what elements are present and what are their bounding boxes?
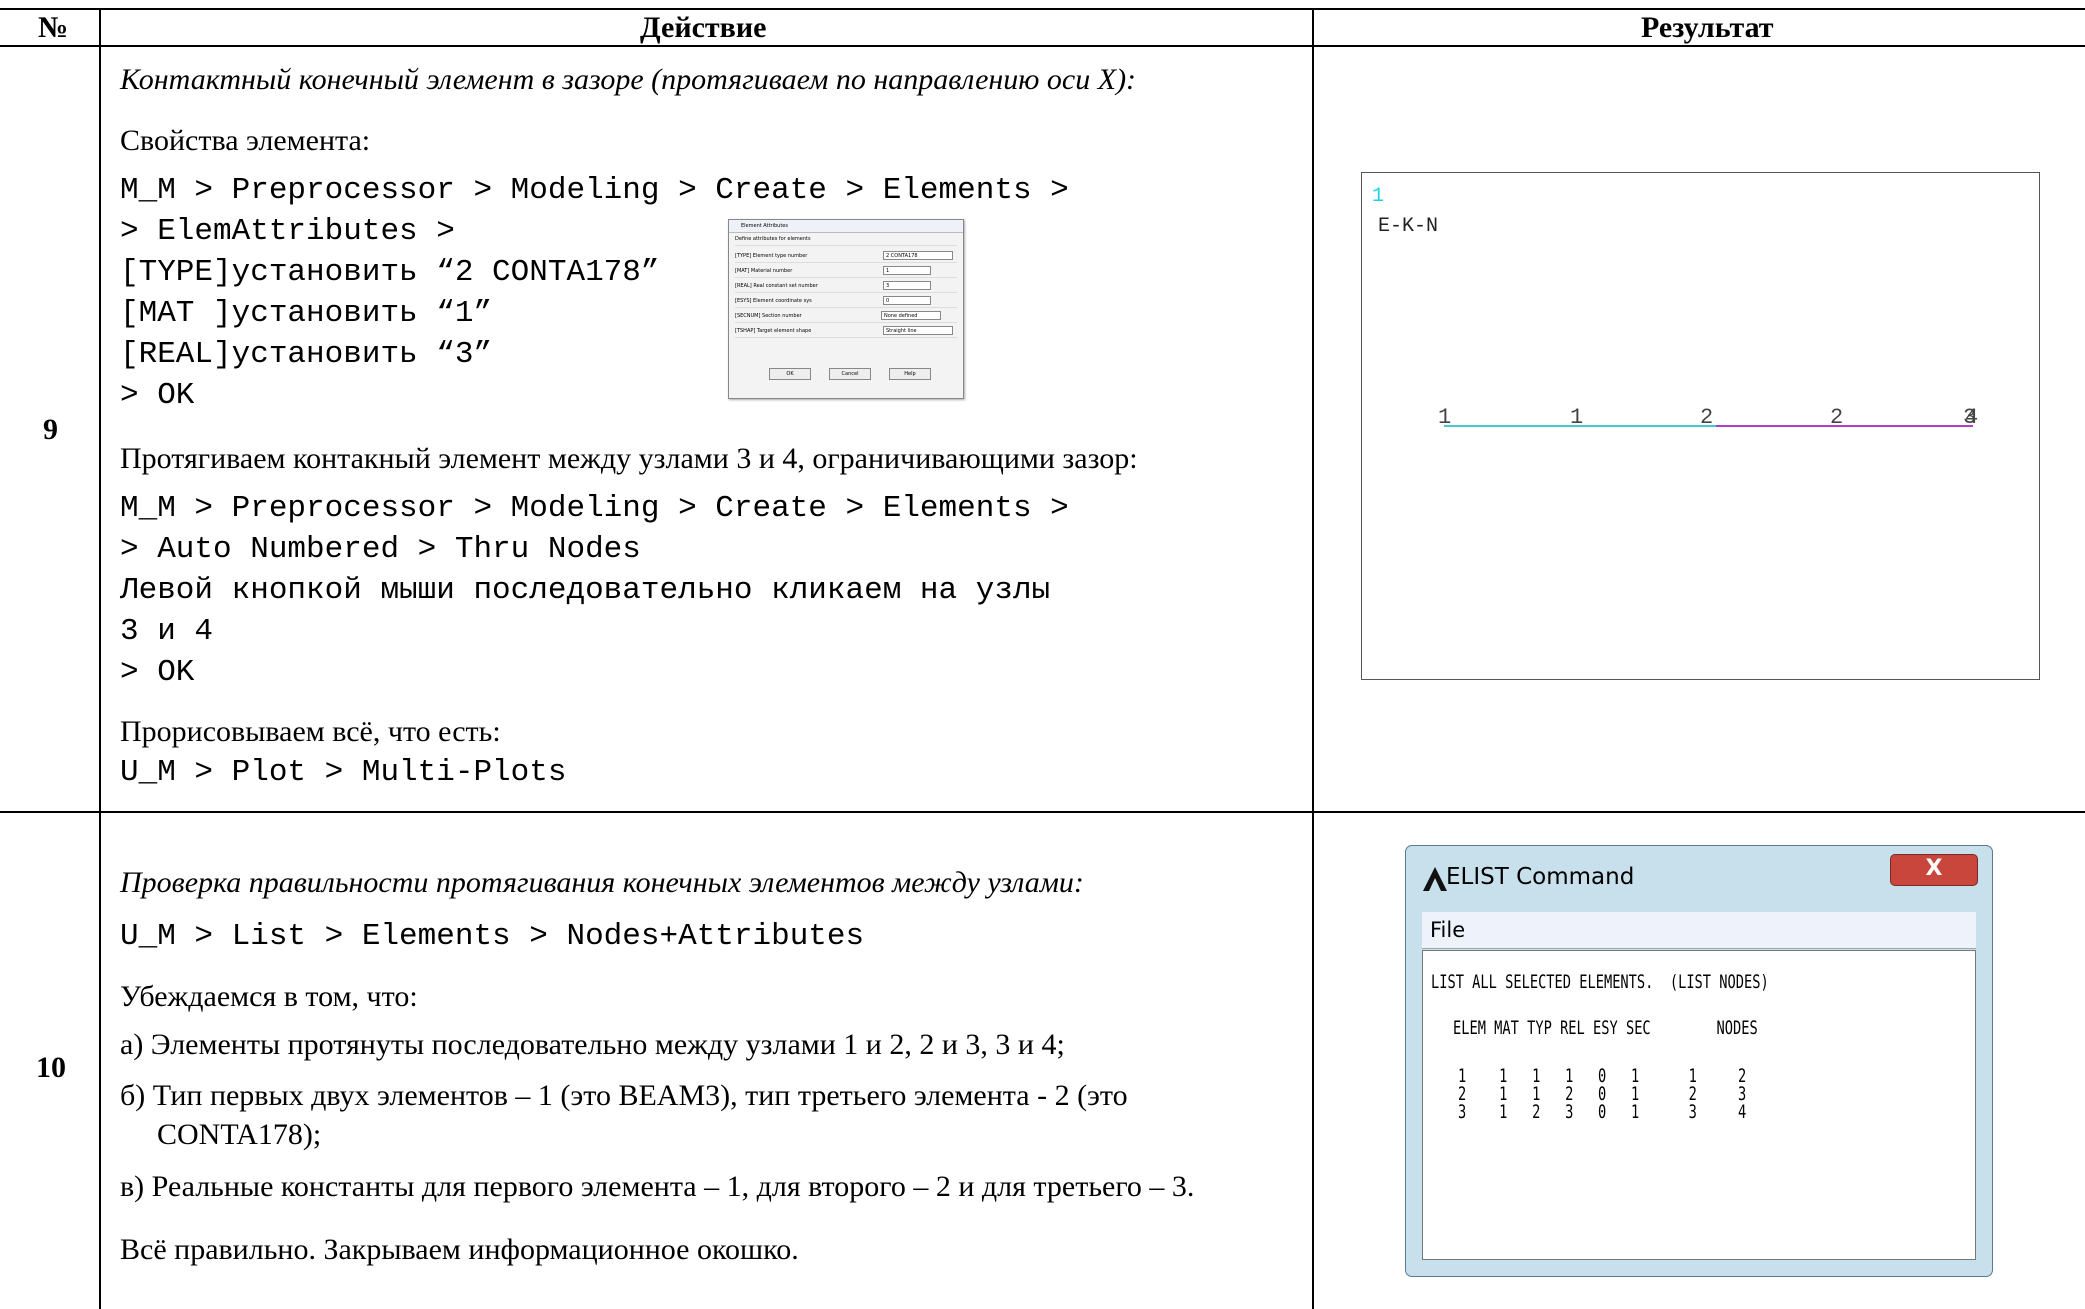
- row9-code-line-6: > OK: [120, 378, 195, 413]
- close-button[interactable]: X: [1890, 854, 1978, 886]
- row9-code-line-4: [MAT ]установить “1”: [120, 296, 493, 331]
- dialog-secnum-select[interactable]: None defined: [881, 311, 941, 320]
- row10-intro: Проверка правильности протягивания конеч…: [120, 866, 1084, 899]
- plot-element-number: 1: [1570, 405, 1583, 430]
- plot-node-number: 2: [1700, 405, 1713, 430]
- row9-code2-line-1: M_M > Preprocessor > Modeling > Create >…: [120, 491, 1069, 526]
- elist-title: ELIST Command: [1446, 864, 1635, 890]
- dialog-row-esys: [ESYS] Element coordinate sys 0: [735, 295, 957, 308]
- dialog-help-button[interactable]: Help: [889, 368, 931, 380]
- dialog-mat-select[interactable]: 1: [883, 266, 931, 275]
- row10-item-c: в) Реальные константы для первого элемен…: [120, 1170, 1195, 1203]
- dialog-row-mat: [MAT] Material number 1: [735, 265, 957, 278]
- plot-element-number: 2: [1830, 405, 1843, 430]
- plot-corner-number: 1: [1372, 185, 1384, 208]
- header-result: Результат: [1641, 11, 1774, 44]
- elist-menubar: File: [1422, 912, 1976, 949]
- dialog-type-select[interactable]: 2 CONTA178: [883, 251, 953, 260]
- dialog-title: Element Attributes: [729, 220, 963, 233]
- elist-line-columns: ELEM MAT TYP REL ESY SEC NODES: [1453, 1017, 1758, 1039]
- row9-stretch-text: Протягиваем контакный элемент между узла…: [120, 442, 1138, 475]
- dialog-row-tshap: [TSHAP] Target element shape Straight lin…: [735, 325, 957, 338]
- row9-code-line-2: > ElemAttributes >: [120, 214, 455, 249]
- row9-intro: Контактный конечный элемент в зазоре (пр…: [120, 63, 1137, 96]
- row9-code-line-3: [TYPE]установить “2 CONTA178”: [120, 255, 660, 290]
- row9-props-label: Свойства элемента:: [120, 124, 371, 157]
- elist-line-header: LIST ALL SELECTED ELEMENTS. (LIST NODES): [1431, 971, 1769, 993]
- row-number-9: 9: [43, 413, 58, 446]
- dialog-subtitle: Define attributes for elements: [735, 233, 957, 246]
- plot-canvas: 1 E-K-N 1 1 2 2 3 4: [1372, 185, 1978, 430]
- row10-item-a: а) Элементы протянуты последовательно ме…: [120, 1028, 1065, 1061]
- row9-code2-line-4: 3 и 4: [120, 614, 214, 649]
- elist-line-row: 3 1 2 3 0 1 3 4: [1458, 1101, 1747, 1123]
- dialog-real-select[interactable]: 3: [883, 281, 931, 290]
- row9-code-line-5: [REAL]установить “3”: [120, 337, 493, 372]
- row-number-10: 10: [36, 1051, 66, 1084]
- header-action: Действие: [640, 11, 767, 44]
- header-num: №: [38, 11, 69, 44]
- row9-code3: U_M > Plot > Multi-Plots: [120, 755, 567, 790]
- plot-label: E-K-N: [1378, 215, 1438, 238]
- row10-item-b-line2: CONTA178);: [157, 1118, 322, 1151]
- dialog-tshap-select[interactable]: Straight line: [883, 326, 953, 335]
- col-divider-1: [99, 8, 101, 1309]
- header-bottom-border: [0, 45, 2085, 47]
- ansys-plot-window: 1 E-K-N 1 1 2 2 3 4: [1361, 172, 2040, 680]
- element-attributes-dialog-thumbnail: Element Attributes Define attributes for…: [728, 219, 964, 399]
- row10-conclusion: Всё правильно. Закрываем информационное …: [120, 1233, 799, 1266]
- row9-code2-line-2: > Auto Numbered > Thru Nodes: [120, 532, 641, 567]
- elist-command-window: ELIST Command X File LIST ALL SELECTED E…: [1405, 845, 1993, 1277]
- elist-output[interactable]: LIST ALL SELECTED ELEMENTS. (LIST NODES)…: [1422, 950, 1976, 1260]
- dialog-row-type: [TYPE] Element type number 2 CONTA178: [735, 250, 957, 263]
- menu-file[interactable]: File: [1430, 918, 1465, 942]
- dialog-cancel-button[interactable]: Cancel: [829, 368, 871, 380]
- col-divider-2: [1312, 8, 1314, 1309]
- row10-item-b-line1: б) Тип первых двух элементов – 1 (это BE…: [120, 1079, 1128, 1112]
- row9-code-line-1: M_M > Preprocessor > Modeling > Create >…: [120, 173, 1069, 208]
- row9-draw-text: Прорисовываем всё, что есть:: [120, 715, 501, 748]
- dialog-row-secnum: [SECNUM] Section number None defined: [735, 310, 957, 323]
- row-divider: [0, 811, 2085, 813]
- row9-code2-line-3: Левой кнопкой мыши последовательно клика…: [120, 573, 1051, 608]
- table-top-border: [0, 8, 2085, 10]
- dialog-row-real: [REAL] Real constant set number 3: [735, 280, 957, 293]
- dialog-ok-button[interactable]: OK: [769, 368, 811, 380]
- dialog-esys-select[interactable]: 0: [883, 296, 931, 305]
- plot-node-number: 4: [1965, 405, 1978, 430]
- row10-code: U_M > List > Elements > Nodes+Attributes: [120, 919, 865, 954]
- plot-node-number: 1: [1438, 405, 1451, 430]
- row10-check-label: Убеждаемся в том, что:: [120, 980, 418, 1013]
- row9-code2-line-5: > OK: [120, 655, 195, 690]
